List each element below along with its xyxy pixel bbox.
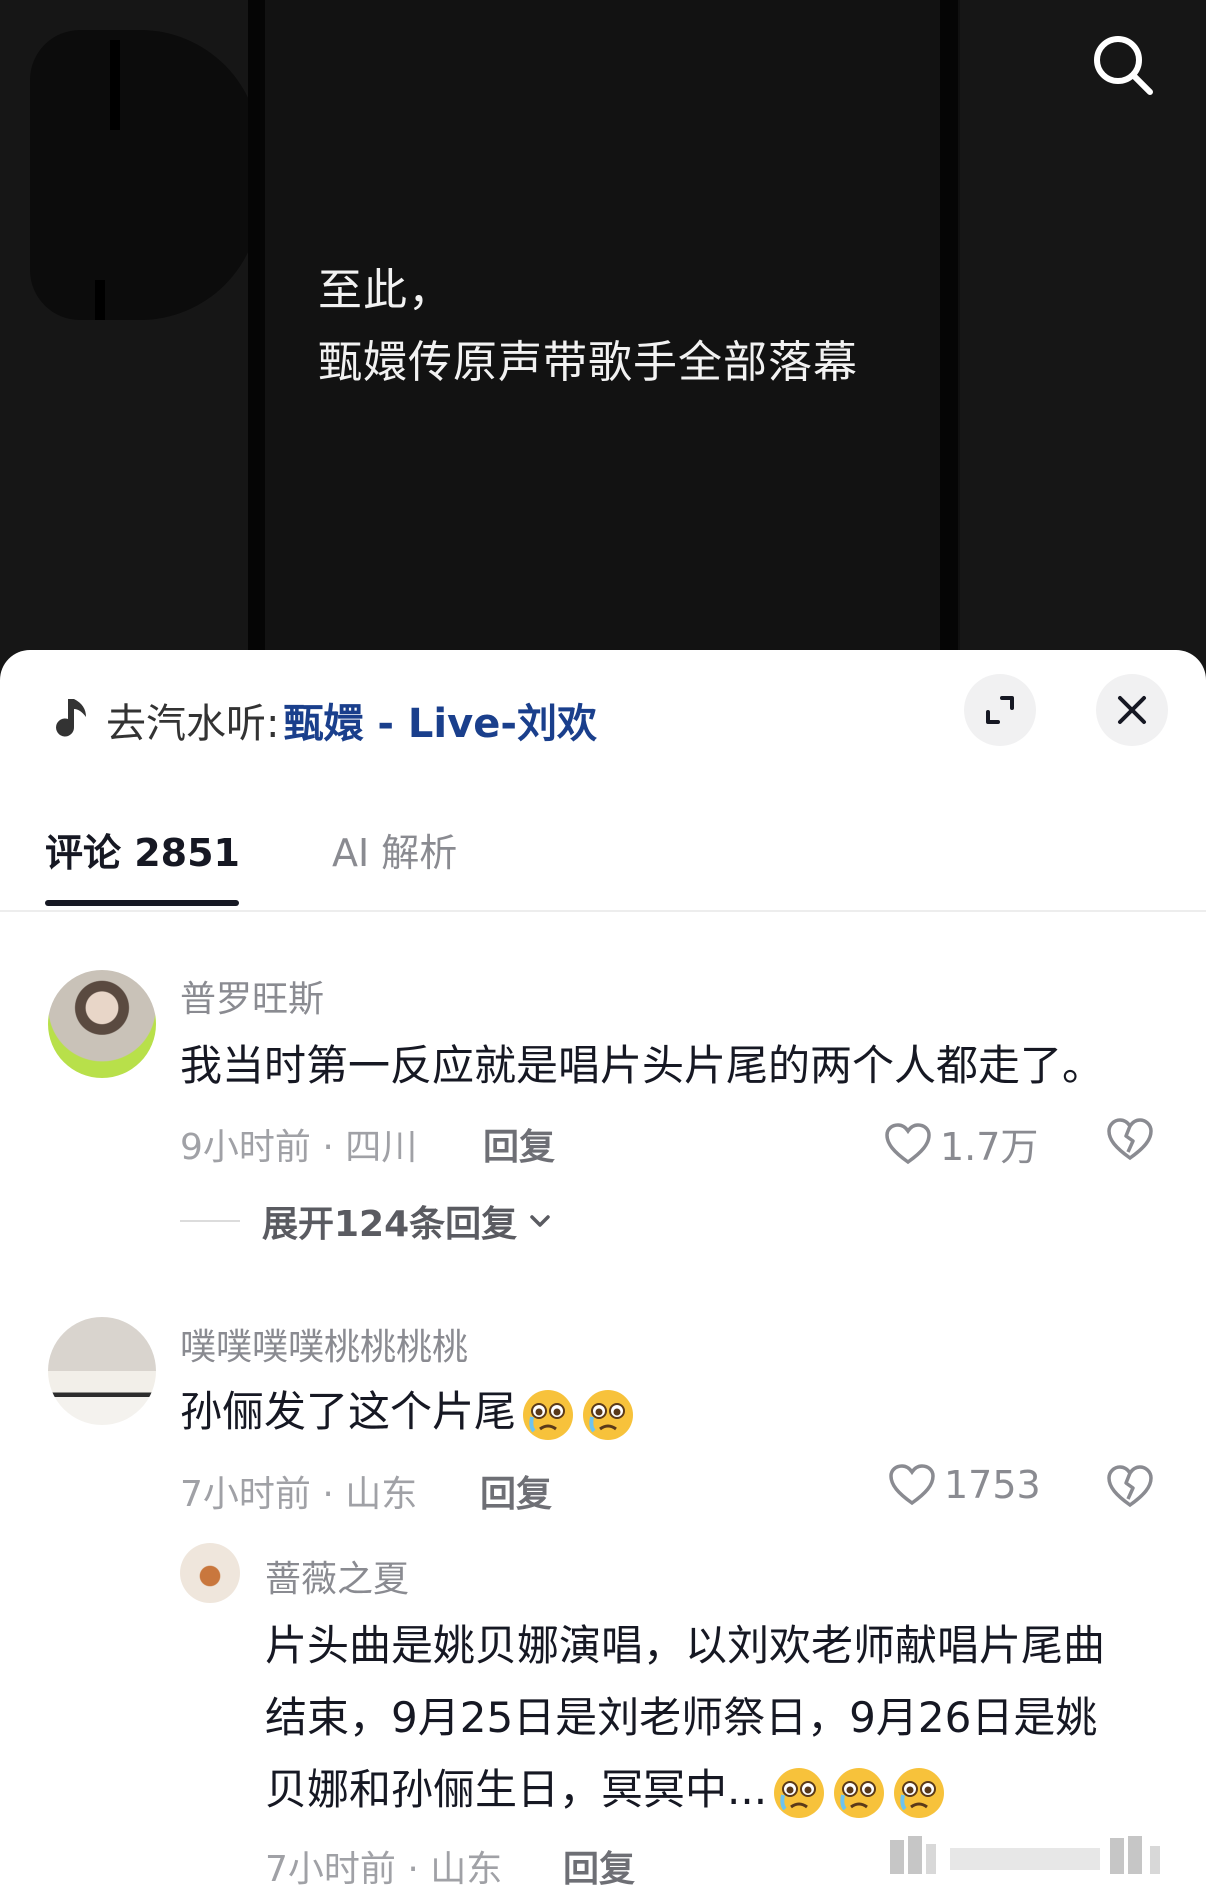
crying-face-emoji-icon [520,1387,576,1443]
tab-active-indicator [45,900,239,906]
close-button[interactable] [1096,674,1168,746]
reply-meta: 7小时前 · 山东 [265,1849,503,1890]
reply-text-line-3: 贝娜和孙俪生日，冥冥中... [265,1765,768,1814]
video-player[interactable]: 至此， 甄嬛传原声带歌手全部落幕 [0,0,1206,680]
caption-line-2: 甄嬛传原声带歌手全部落幕 [318,337,858,388]
comment-text: 孙俪发了这个片尾 [180,1376,636,1448]
avatar[interactable] [48,1317,156,1425]
video-caption: 至此， 甄嬛传原声带歌手全部落幕 [318,255,858,399]
video-divider [940,0,958,680]
avatar[interactable] [48,970,156,1078]
reply-text-line-2: 结束，9月25日是刘老师祭日，9月26日是姚 [265,1693,1098,1742]
crying-face-emoji-icon [831,1765,887,1821]
comment-username[interactable]: 普罗旺斯 [180,970,324,1022]
broken-heart-icon[interactable] [1106,1116,1154,1162]
crying-face-emoji-icon [891,1765,947,1821]
like-count: 1.7万 [940,1125,1039,1169]
close-icon [1118,696,1146,724]
chevron-down-icon [530,1215,550,1227]
avatar[interactable] [180,1543,240,1603]
music-link-song[interactable]: 甄嬛 - Live-刘欢 [283,691,596,749]
expand-fullscreen-button[interactable] [964,674,1036,746]
comment-text-content: 孙俪发了这个片尾 [180,1387,517,1436]
expand-icon [986,696,1014,724]
video-right-panel [960,0,1206,680]
broken-heart-icon[interactable] [1106,1463,1154,1509]
crying-face-emoji-icon [771,1765,827,1821]
like-count: 1753 [944,1463,1041,1507]
search-icon[interactable] [1088,30,1158,100]
reply-button[interactable]: 回复 [483,1118,555,1170]
comment-text: 我当时第一反应就是唱片头片尾的两个人都走了。 [180,1041,1105,1090]
music-link-prefix: 去汽水听: [106,701,280,747]
music-link[interactable]: 去汽水听: 甄嬛 - Live-刘欢 [52,690,597,750]
heart-icon [885,1122,931,1164]
music-note-icon [56,699,86,737]
comment-username[interactable]: 噗噗噗噗桃桃桃桃 [180,1318,468,1370]
reply-text-line-3-wrap: 贝娜和孙俪生日，冥冥中... [265,1754,1105,1826]
like-button[interactable]: 1753 [888,1463,1041,1507]
like-button[interactable]: 1.7万 [884,1116,1038,1171]
reply-button[interactable]: 回复 [563,1840,635,1892]
tab-ai-analysis[interactable]: AI 解析 [332,822,457,877]
comment-meta: 7小时前 · 山东 [180,1474,418,1515]
reply-text-line-1: 片头曲是姚贝娜演唱，以刘欢老师献唱片尾曲 [265,1621,1106,1670]
reply-username[interactable]: 蔷薇之夏 [265,1550,409,1602]
tab-comments[interactable]: 评论 2851 [45,822,240,877]
tab-bar: 评论 2851 AI 解析 [0,800,1206,912]
watermark-logo [890,1836,1160,1874]
video-left-panel [0,0,260,680]
expand-replies-button[interactable]: 展开124条回复 [180,1195,555,1247]
expand-replies-label: 展开124条回复 [262,1204,518,1245]
video-divider [248,0,266,680]
heart-icon [889,1464,935,1506]
caption-line-1: 至此， [318,265,453,316]
reply-button[interactable]: 回复 [480,1465,552,1517]
comment-sheet: 去汽水听: 甄嬛 - Live-刘欢 评论 2851 AI 解析 普罗旺斯 我当… [0,650,1206,1898]
crying-face-emoji-icon [580,1387,636,1443]
reply-text: 片头曲是姚贝娜演唱，以刘欢老师献唱片尾曲 结束，9月25日是刘老师祭日，9月26… [265,1610,1105,1826]
comment-meta: 9小时前 · 四川 [180,1127,418,1168]
expand-divider [180,1220,240,1222]
